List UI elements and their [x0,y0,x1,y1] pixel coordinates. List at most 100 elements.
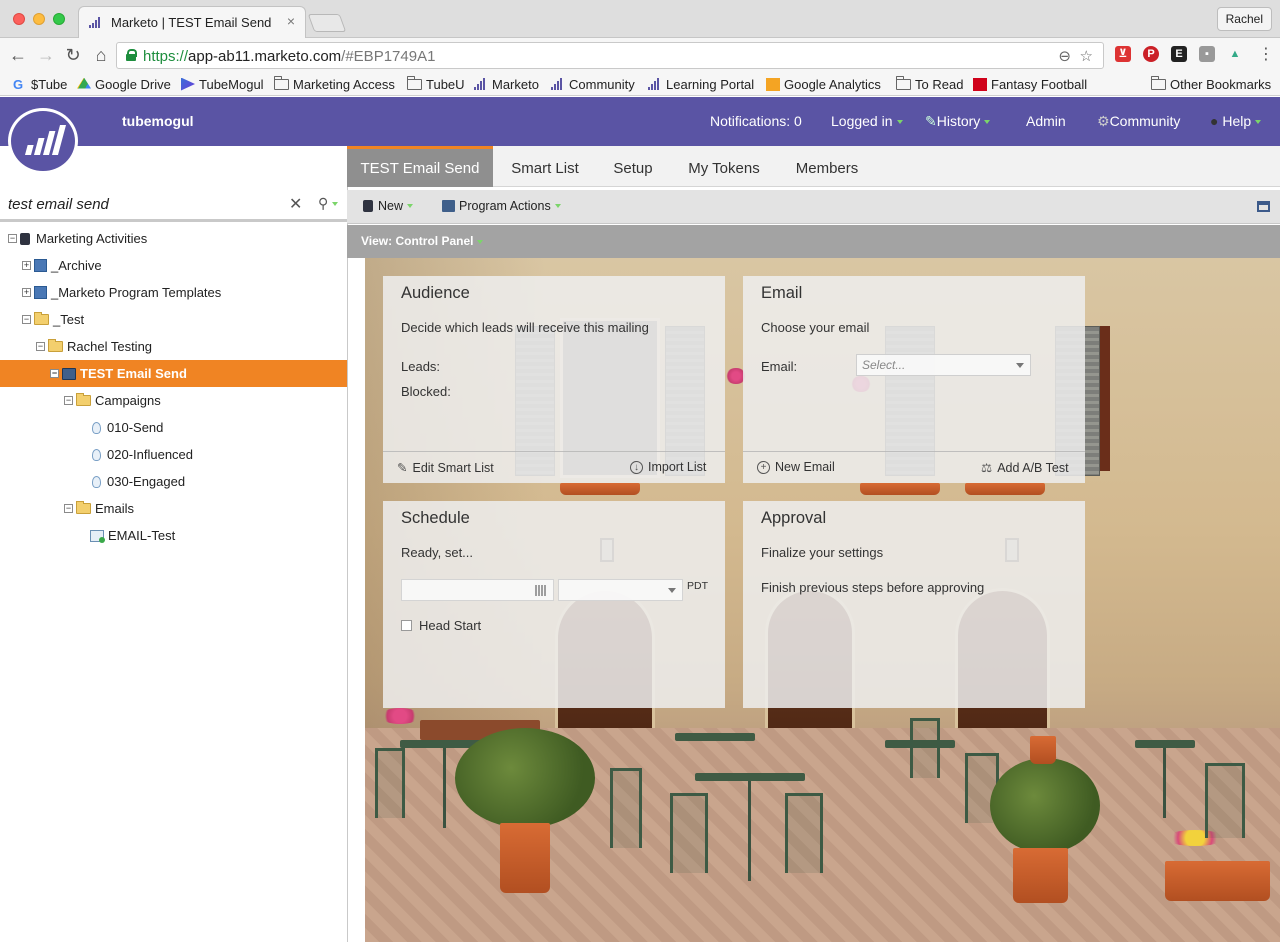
new-email-link[interactable]: + New Email [757,460,835,474]
history-menu[interactable]: ✎History [925,113,991,130]
tree-node-label: _Test [53,312,85,327]
address-bar[interactable]: https://app-ab11.marketo.com/#EBP1749A1 … [116,42,1104,69]
bookmark-to-read[interactable]: To Read [896,75,963,93]
send-time-select[interactable] [558,579,683,601]
close-window-button[interactable] [13,13,25,25]
forward-arrow-icon[interactable]: → [36,45,56,65]
import-list-label: Import List [648,460,707,474]
panel-splitter[interactable] [347,146,348,942]
tree-node-label: Emails [95,501,135,516]
reload-icon[interactable]: ↻ [63,45,83,65]
help-menu[interactable]: ● Help [1210,113,1262,129]
folder-icon [896,75,911,90]
community-link[interactable]: ⚙Community [1097,113,1180,130]
zoom-icon[interactable]: ⊖ [1058,47,1071,65]
tree-node-label: 010-Send [107,420,164,435]
home-icon[interactable]: ⌂ [91,45,111,65]
tree-node-archive[interactable]: + _Archive [22,252,102,279]
view-selector[interactable]: View: Control Panel [361,234,484,248]
profile-button[interactable]: Rachel [1216,7,1272,31]
new-button[interactable]: New [363,199,414,213]
tree-node-030-engaged[interactable]: 030-Engaged [92,468,185,495]
bookmark-tube[interactable]: G $Tube [13,75,67,93]
new-tab-button[interactable] [307,14,347,32]
drive-extension-icon[interactable]: ▲ [1227,46,1243,62]
bookmark-fantasy-football[interactable]: Fantasy Football [973,75,1087,93]
tree-node-010-send[interactable]: 010-Send [92,414,163,441]
tab-my-tokens[interactable]: My Tokens [679,146,769,187]
minimize-window-button[interactable] [33,13,45,25]
dropdown-caret-icon [477,239,484,244]
maximize-icon[interactable] [1257,201,1270,212]
tree-node-emails[interactable]: − Emails [64,495,134,522]
import-list-link[interactable]: ↓ Import List [630,460,706,474]
collapse-icon[interactable]: − [8,234,17,243]
email-select[interactable]: Select... [856,354,1031,376]
expand-icon[interactable]: + [22,261,31,270]
calendar-icon[interactable] [535,585,547,596]
cart-extension-icon[interactable]: ⊻ [1115,46,1131,62]
tree-node-marketing-activities[interactable]: − Marketing Activities [8,225,147,252]
bookmark-tubeu[interactable]: TubeU [407,75,465,93]
history-label: History [936,113,981,129]
tab-setup[interactable]: Setup [599,146,667,187]
collapse-icon[interactable]: − [64,504,73,513]
tree-node-test[interactable]: − _Test [22,306,84,333]
browser-tab-active[interactable]: Marketo | TEST Email Send × [78,6,306,38]
bookmark-other[interactable]: Other Bookmarks [1151,75,1271,93]
add-ab-test-link[interactable]: ⚖ Add A/B Test [981,460,1069,476]
email-program-icon [62,367,76,380]
account-name[interactable]: tubemogul [122,113,194,129]
expand-icon[interactable]: + [22,288,31,297]
potted-plant [455,728,595,828]
head-start-checkbox[interactable] [401,620,412,631]
dropdown-caret-icon [984,120,991,125]
bookmark-tubemogul[interactable]: TubeMogul [181,75,264,93]
bookmark-star-icon[interactable]: ☆ [1080,47,1093,65]
evernote-extension-icon[interactable]: E [1171,46,1187,62]
bookmark-community[interactable]: Community [551,75,635,93]
extension-icon[interactable]: ▪ [1199,46,1215,62]
program-actions-button[interactable]: Program Actions [442,199,561,213]
logged-in-menu[interactable]: Logged in [831,113,903,129]
cafe-table [675,733,755,741]
tree-node-rachel-testing[interactable]: − Rachel Testing [36,333,152,360]
tree-node-020-influenced[interactable]: 020-Influenced [92,441,193,468]
pinterest-extension-icon[interactable]: P [1143,46,1159,62]
schedule-description: Ready, set... [401,545,474,560]
tree-node-campaigns[interactable]: − Campaigns [64,387,161,414]
bookmark-marketing-access[interactable]: Marketing Access [274,75,395,93]
window-frame [1100,326,1110,471]
back-arrow-icon[interactable]: ← [8,45,28,65]
tree-node-email-test[interactable]: EMAIL-Test [90,522,175,549]
chrome-menu-icon[interactable]: ⋮ [1256,45,1276,65]
view-label: View: Control Panel [361,234,474,248]
help-icon: ● [1210,113,1219,129]
new-icon [363,200,373,212]
collapse-icon[interactable]: − [50,369,59,378]
tab-close-icon[interactable]: × [287,13,295,29]
notifications-link[interactable]: Notifications: 0 [710,113,802,129]
zoom-window-button[interactable] [53,13,65,25]
bookmark-learning-portal[interactable]: Learning Portal [648,75,754,93]
smart-campaign-icon [92,448,101,461]
tab-smart-list[interactable]: Smart List [497,146,593,187]
clear-search-icon[interactable]: ✕ [289,194,302,214]
collapse-icon[interactable]: − [64,396,73,405]
tree-node-program-templates[interactable]: + _Marketo Program Templates [22,279,221,306]
bookmark-google-drive[interactable]: Google Drive [77,75,171,93]
marketo-logo[interactable] [8,108,78,174]
bookmark-marketo[interactable]: Marketo [474,75,539,93]
bookmark-google-analytics[interactable]: Google Analytics [766,75,881,93]
cafe-chair [1205,763,1245,838]
collapse-icon[interactable]: − [22,315,31,324]
send-date-field[interactable] [401,579,554,601]
edit-smart-list-link[interactable]: ✎ Edit Smart List [397,460,494,476]
admin-link[interactable]: Admin [1026,113,1066,129]
search-options-icon[interactable]: ⚲ [318,195,339,212]
collapse-icon[interactable]: − [36,342,45,351]
tree-search-input[interactable] [8,196,278,213]
tab-members[interactable]: Members [783,146,871,187]
tree-node-test-email-send[interactable]: − TEST Email Send [0,360,347,387]
tab-test-email-send[interactable]: TEST Email Send [347,146,493,187]
